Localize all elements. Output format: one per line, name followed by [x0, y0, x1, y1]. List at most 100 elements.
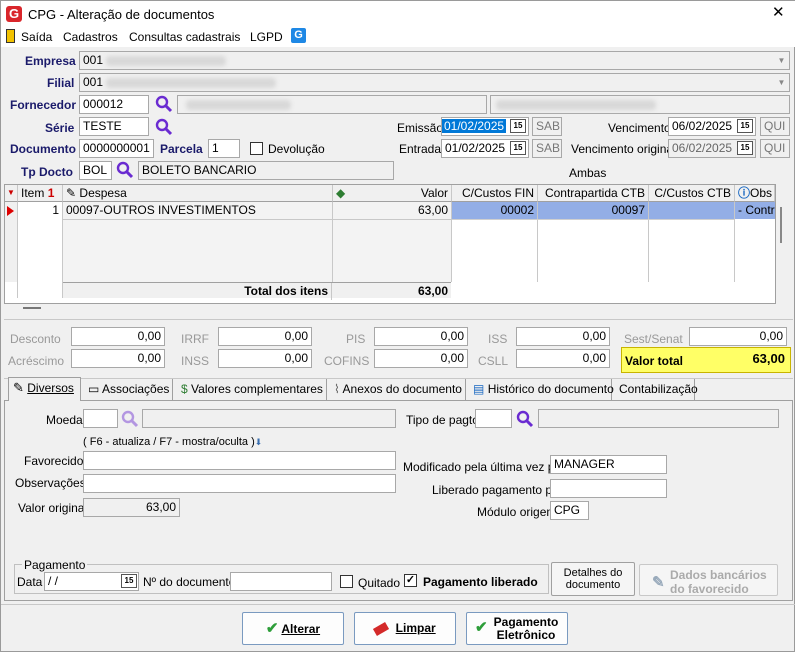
sest-field[interactable]: 0,00	[689, 327, 787, 346]
history-icon: ▤	[473, 382, 485, 396]
pagamento-liberado-checkbox[interactable]: ✓	[404, 574, 417, 587]
detalhes-documento-button[interactable]: Detalhes do documento	[551, 562, 635, 596]
col-item[interactable]: Item 1	[18, 185, 63, 202]
ambas-label: Ambas	[569, 166, 607, 180]
documento-field[interactable]: 0000000001	[79, 139, 154, 158]
menu-consultas[interactable]: Consultas cadastrais	[129, 30, 240, 44]
cofins-label: COFINS	[324, 354, 370, 368]
grid-scroll-thumb[interactable]	[780, 207, 782, 243]
paperclip-icon: ⌇	[334, 382, 340, 396]
pagamento-eletronico-button[interactable]: ✔ Pagamento Eletrônico	[466, 612, 568, 645]
col-obs-label: Obs	[750, 186, 773, 200]
serie-field[interactable]: TESTE	[79, 117, 149, 136]
tipo-pagto-search-icon[interactable]	[516, 410, 534, 428]
col-cc-ctb[interactable]: C/Custos CTB	[649, 185, 735, 202]
emissao-day: SAB	[532, 117, 562, 136]
empresa-dropdown-icon[interactable]: ▼	[774, 52, 789, 69]
tab-associacoes[interactable]: ▭ Associações	[84, 379, 173, 400]
pagamento-calendar-icon[interactable]: 15	[121, 574, 137, 588]
tab-diversos[interactable]: ✎ Diversos	[8, 377, 81, 401]
col-cc-fin[interactable]: C/Custos FIN	[452, 185, 538, 202]
col-indicator: ▼	[5, 185, 18, 202]
vencimento-original-day-value: QUI	[764, 141, 786, 155]
edit-icon: ✎	[66, 186, 77, 200]
total-row: Total dos itens 63,00	[63, 282, 451, 300]
app-g-icon[interactable]: G	[291, 28, 306, 43]
vencimento-calendar-icon[interactable]: 15	[737, 119, 753, 133]
menu-bar: Saída Cadastros Consultas cadastrais LGP…	[1, 27, 795, 47]
associations-icon: ▭	[88, 382, 100, 396]
col-obs[interactable]: ⓘObs	[735, 185, 775, 202]
col-contrapartida-label: Contrapartida CTB	[544, 186, 645, 200]
serie-search-icon[interactable]	[155, 118, 173, 136]
money-green-icon: $	[181, 382, 188, 396]
iss-field[interactable]: 0,00	[516, 327, 610, 346]
moeda-search-icon	[121, 410, 139, 428]
col-contrapartida[interactable]: Contrapartida CTB	[538, 185, 649, 202]
dados-line1: Dados bancários	[670, 568, 767, 582]
csll-field[interactable]: 0,00	[516, 349, 610, 368]
row-obs[interactable]: - Contra	[735, 202, 775, 219]
total-value: 63,00	[417, 284, 448, 298]
hint-label: ( F6 - atualiza / F7 - mostra/oculta )	[83, 436, 255, 448]
pis-field[interactable]: 0,00	[374, 327, 468, 346]
col-valor[interactable]: ◆ Valor	[333, 185, 452, 202]
limpar-button[interactable]: Limpar	[354, 612, 456, 645]
filial-value: 001	[83, 75, 104, 89]
acrescimo-field[interactable]: 0,00	[71, 349, 165, 368]
documento-label: Documento	[10, 142, 76, 156]
parcela-value: 1	[212, 141, 219, 155]
valor-original-value: 63,00	[145, 500, 176, 514]
col-valor-label: Valor	[420, 186, 448, 200]
fornecedor-search-icon[interactable]	[155, 95, 173, 113]
tab-valores[interactable]: $ Valores complementares	[177, 379, 327, 400]
tipo-pagto-field[interactable]	[475, 409, 512, 428]
favorecido-label: Favorecido	[24, 454, 84, 468]
iss-value: 0,00	[582, 329, 606, 343]
menu-cadastros[interactable]: Cadastros	[63, 30, 118, 44]
tab-anexos[interactable]: ⌇ Anexos do documento	[330, 379, 466, 400]
tp-docto-field[interactable]: BOL	[79, 161, 112, 180]
grid-horizontal-scrollbar[interactable]	[23, 307, 41, 309]
parcela-field[interactable]: 1	[208, 139, 240, 158]
quitado-checkbox[interactable]	[340, 575, 353, 588]
favorecido-field[interactable]	[83, 451, 396, 470]
vencimento-original-day: QUI	[760, 139, 790, 158]
pagamento-legend: Pagamento	[22, 558, 88, 572]
tab-contabilizacao[interactable]: Contabilização	[615, 379, 698, 400]
grid-vertical-scrollbar[interactable]	[775, 202, 776, 282]
row-cc-fin[interactable]: 00002	[452, 202, 537, 219]
devolucao-checkbox[interactable]	[250, 142, 263, 155]
close-icon[interactable]: ✕	[772, 5, 785, 20]
moeda-field[interactable]	[83, 409, 118, 428]
row-valor: 63,00	[417, 203, 448, 217]
tp-docto-search-icon[interactable]	[116, 161, 134, 179]
sort-indicator-icon: 1	[47, 186, 55, 200]
empresa-value: 001	[83, 53, 104, 67]
irrf-field[interactable]: 0,00	[218, 327, 312, 346]
ndoc-field[interactable]	[230, 572, 332, 591]
filial-dropdown-icon[interactable]: ▼	[774, 74, 789, 91]
fornecedor-label: Fornecedor	[10, 98, 77, 112]
alterar-button[interactable]: ✔ Alterar	[242, 612, 344, 645]
row-cc-ctb[interactable]	[649, 202, 734, 219]
entrada-calendar-icon[interactable]: 15	[510, 141, 526, 155]
vencimento-original-value: 06/02/2025	[672, 141, 733, 155]
vencimento-label: Vencimento	[608, 121, 671, 135]
emissao-calendar-icon[interactable]: 15	[510, 119, 526, 133]
eraser-icon	[373, 621, 390, 636]
col-despesa[interactable]: ✎ Despesa	[63, 185, 333, 202]
row-contrapartida[interactable]: 00097	[538, 202, 648, 219]
menu-lgpd[interactable]: LGPD	[250, 30, 283, 44]
observacoes-field[interactable]	[83, 474, 396, 493]
empresa-label: Empresa	[25, 54, 76, 68]
fornecedor-field[interactable]: 000012	[79, 95, 149, 114]
serie-value: TESTE	[83, 119, 122, 133]
inss-field[interactable]: 0,00	[218, 349, 312, 368]
tab-historico[interactable]: ▤ Histórico do documento	[469, 379, 614, 400]
desconto-field[interactable]: 0,00	[71, 327, 165, 346]
cofins-field[interactable]: 0,00	[374, 349, 468, 368]
items-grid[interactable]: ▼ Item 1 ✎ Despesa ◆ Valor C/Custos FIN C…	[4, 184, 782, 309]
main-window: G CPG - Alteração de documentos ✕ Saída …	[0, 0, 795, 652]
menu-saida[interactable]: Saída	[21, 30, 52, 44]
